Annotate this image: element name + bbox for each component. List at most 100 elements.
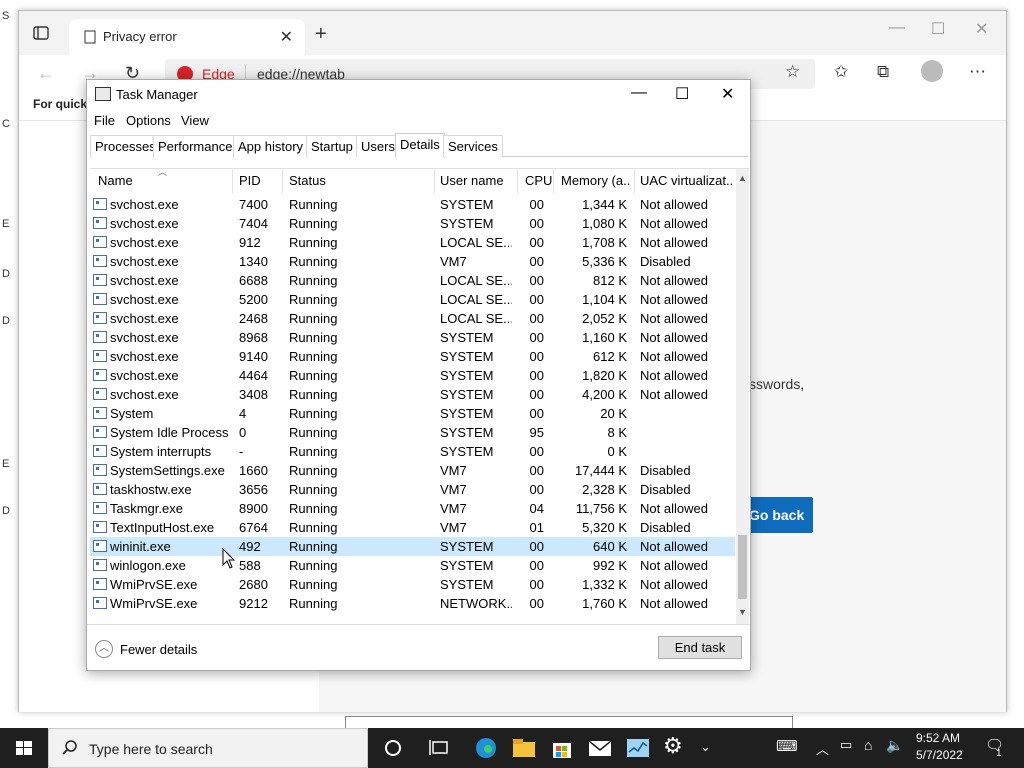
- keyboard-icon[interactable]: ⌨: [776, 737, 798, 755]
- table-row[interactable]: svchost.exe 912 Running LOCAL SE... 00 1,708 …: [90, 233, 735, 252]
- browser-tab[interactable]: Privacy error ✕: [69, 19, 305, 55]
- process-pid: 588: [239, 558, 261, 573]
- table-row[interactable]: svchost.exe 8968 Running SYSTEM 00 1,160 K Not…: [90, 328, 735, 347]
- process-status: Running: [289, 558, 338, 573]
- column-cpu[interactable]: CPU: [525, 173, 552, 188]
- process-pid: 8968: [239, 330, 268, 345]
- network-icon[interactable]: ⌂: [864, 737, 872, 753]
- volume-muted-icon[interactable]: 🔈: [886, 737, 903, 754]
- chevron-up-icon[interactable]: ︿: [95, 640, 113, 658]
- process-uac: Not allowed: [640, 349, 708, 364]
- table-row[interactable]: wininit.exe 492 Running SYSTEM 00 640 K Not al…: [90, 537, 735, 556]
- column-divider[interactable]: [434, 169, 435, 193]
- table-row[interactable]: taskhostw.exe 3656 Running VM7 00 2,328 K Disa…: [90, 480, 735, 499]
- column-user-name[interactable]: User name: [440, 173, 504, 188]
- table-row[interactable]: svchost.exe 4464 Running SYSTEM 00 1,820 K Not…: [90, 366, 735, 385]
- table-row[interactable]: svchost.exe 2468 Running LOCAL SE... 00 2,052…: [90, 309, 735, 328]
- end-task-button[interactable]: End task: [658, 636, 742, 659]
- column-name[interactable]: Name: [98, 173, 133, 188]
- table-row[interactable]: WmiPrvSE.exe 9212 Running NETWORK... 00 1,760…: [90, 594, 735, 613]
- table-row[interactable]: winlogon.exe 588 Running SYSTEM 00 992 K Not a…: [90, 556, 735, 575]
- process-cpu: 00: [529, 482, 544, 497]
- column-divider[interactable]: [282, 169, 283, 193]
- table-row[interactable]: SystemSettings.exe 1660 Running VM7 00 17,444…: [90, 461, 735, 480]
- mail-icon[interactable]: [587, 736, 613, 760]
- process-cpu: 01: [529, 520, 544, 535]
- title-bar[interactable]: Task Manager — ☐ ✕: [87, 80, 750, 110]
- security-shield-icon[interactable]: ▭: [840, 737, 852, 753]
- table-row[interactable]: svchost.exe 7400 Running SYSTEM 00 1,344 K Not…: [90, 195, 735, 214]
- process-status: Running: [289, 235, 338, 250]
- column-divider[interactable]: [517, 169, 518, 193]
- favorites-icon[interactable]: ✩: [834, 62, 848, 82]
- taskbar-search[interactable]: Type here to search: [48, 728, 368, 768]
- column-memory[interactable]: Memory (a...: [561, 173, 631, 188]
- process-uac: Not allowed: [640, 216, 708, 231]
- back-icon[interactable]: ←: [37, 63, 55, 84]
- tab-processes[interactable]: Processes: [90, 135, 161, 157]
- table-row[interactable]: System Idle Process 0 Running SYSTEM 95 8 K: [90, 423, 735, 442]
- column-status[interactable]: Status: [289, 173, 326, 188]
- minimize-icon[interactable]: —: [631, 84, 647, 102]
- close-icon[interactable]: ✕: [975, 19, 988, 39]
- process-user: SYSTEM: [440, 197, 494, 212]
- new-tab-button[interactable]: +: [315, 23, 327, 46]
- cortana-icon[interactable]: [380, 736, 406, 760]
- clock-time[interactable]: 9:52 AM: [916, 731, 960, 745]
- vertical-scrollbar[interactable]: ▲ ▼: [736, 169, 749, 625]
- column-divider[interactable]: [553, 169, 554, 193]
- desktop-fragment: E: [2, 458, 10, 470]
- scrollbar-thumb[interactable]: [738, 535, 747, 599]
- menu-options[interactable]: Options: [126, 113, 171, 128]
- chevron-down-icon[interactable]: ⌄: [700, 739, 711, 755]
- edge-taskbar-icon[interactable]: [473, 736, 499, 760]
- task-view-icon[interactable]: [427, 736, 453, 760]
- tab-app-history[interactable]: App history: [233, 135, 309, 157]
- table-row[interactable]: svchost.exe 9140 Running SYSTEM 00 612 K Not a…: [90, 347, 735, 366]
- menu-file[interactable]: File: [94, 113, 115, 128]
- process-user: VM7: [440, 501, 467, 516]
- table-row[interactable]: svchost.exe 5200 Running LOCAL SE... 00 1,104…: [90, 290, 735, 309]
- tab-users[interactable]: Users: [356, 135, 400, 157]
- close-icon[interactable]: ✕: [721, 84, 734, 104]
- table-row[interactable]: svchost.exe 1340 Running VM7 00 5,336 K Disabl…: [90, 252, 735, 271]
- windows-start-icon[interactable]: [0, 728, 48, 768]
- clock-date[interactable]: 5/7/2022: [916, 748, 963, 762]
- scroll-up-icon[interactable]: ▲: [738, 173, 747, 183]
- collections-icon[interactable]: ⧉: [877, 62, 889, 82]
- menu-view[interactable]: View: [181, 113, 209, 128]
- maximize-icon[interactable]: ☐: [931, 19, 945, 39]
- close-tab-icon[interactable]: ✕: [280, 27, 293, 47]
- maximize-icon[interactable]: ☐: [675, 84, 689, 104]
- minimize-icon[interactable]: —: [889, 19, 905, 37]
- table-row[interactable]: System 4 Running SYSTEM 00 20 K: [90, 404, 735, 423]
- table-row[interactable]: Taskmgr.exe 8900 Running VM7 04 11,756 K Not a…: [90, 499, 735, 518]
- table-row[interactable]: TextInputHost.exe 6764 Running VM7 01 5,320 K…: [90, 518, 735, 537]
- show-hidden-icons-icon[interactable]: ︿: [816, 739, 829, 758]
- column-divider[interactable]: [232, 169, 233, 193]
- fewer-details-link[interactable]: Fewer details: [120, 642, 197, 657]
- tab-performance[interactable]: Performance: [153, 135, 238, 157]
- table-row[interactable]: svchost.exe 3408 Running SYSTEM 00 4,200 K Not…: [90, 385, 735, 404]
- process-status: Running: [289, 539, 338, 554]
- add-favorite-icon[interactable]: ☆: [785, 62, 800, 82]
- process-pid: 3656: [239, 482, 268, 497]
- column-uac-virtualization[interactable]: UAC virtualizat...: [640, 173, 732, 188]
- tab-actions-icon[interactable]: [33, 25, 49, 41]
- task-manager-taskbar-icon[interactable]: [625, 736, 651, 760]
- store-icon[interactable]: [549, 736, 575, 760]
- file-explorer-icon[interactable]: [511, 736, 537, 760]
- column-divider[interactable]: [634, 169, 635, 193]
- table-row[interactable]: System interrupts - Running SYSTEM 00 0 K: [90, 442, 735, 461]
- column-pid[interactable]: PID: [239, 173, 261, 188]
- settings-gear-icon[interactable]: ⚙: [663, 733, 689, 758]
- tab-services[interactable]: Services: [443, 135, 503, 157]
- table-row[interactable]: svchost.exe 7404 Running SYSTEM 00 1,080 K Not…: [90, 214, 735, 233]
- tab-startup[interactable]: Startup: [306, 135, 358, 157]
- table-row[interactable]: WmiPrvSE.exe 2680 Running SYSTEM 00 1,332 K No…: [90, 575, 735, 594]
- tab-details[interactable]: Details: [395, 133, 445, 158]
- table-row[interactable]: svchost.exe 6688 Running LOCAL SE... 00 812 K…: [90, 271, 735, 290]
- more-icon[interactable]: ⋯: [969, 62, 986, 82]
- profile-avatar-icon[interactable]: [921, 60, 943, 82]
- scroll-down-icon[interactable]: ▼: [738, 607, 747, 617]
